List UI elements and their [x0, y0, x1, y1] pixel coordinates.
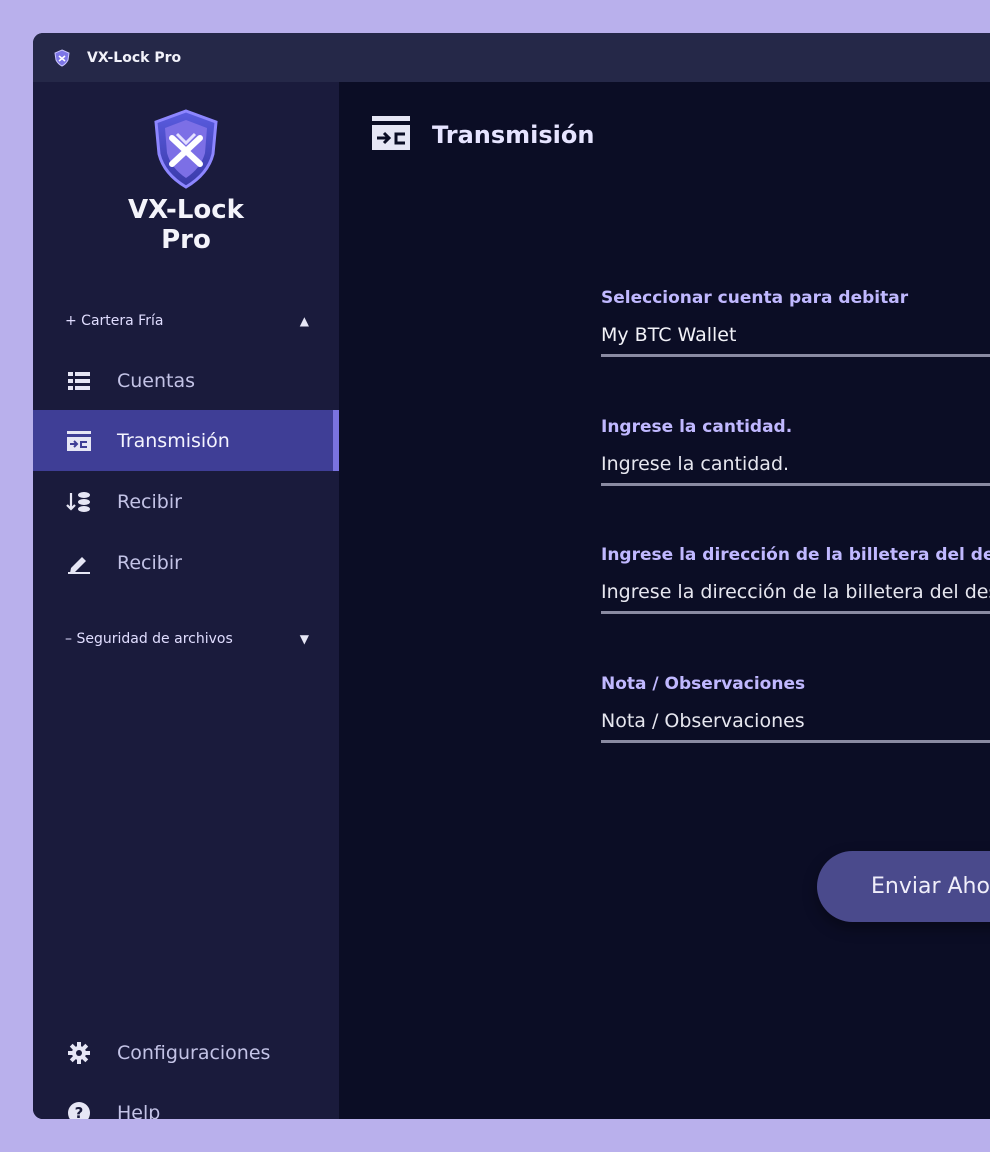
sidebar-item-cuentas[interactable]: Cuentas [33, 350, 339, 411]
section-cold-wallet[interactable]: + Cartera Fría ▲ [65, 313, 315, 329]
note-field: Nota / Observaciones [601, 674, 990, 743]
account-label: Seleccionar cuenta para debitar [601, 288, 909, 308]
section-file-security[interactable]: – Seguridad de archivos ▼ [65, 631, 315, 647]
section-label: + Cartera Fría [65, 313, 164, 329]
amount-field: Ingrese la cantidad. [601, 417, 990, 486]
sidebar-item-label: Cuentas [117, 369, 196, 392]
receive-coins-icon [65, 491, 93, 513]
sidebar-item-recibir-2[interactable]: Recibir [33, 532, 339, 593]
sidebar-item-configuraciones[interactable]: Configuraciones [33, 1022, 339, 1083]
pen-icon [65, 552, 93, 574]
transfer-icon [372, 116, 410, 154]
svg-text:?: ? [75, 1104, 84, 1120]
transfer-icon [65, 430, 93, 451]
address-label: Ingrese la dirección de la billetera del… [601, 545, 990, 565]
help-icon: ? [65, 1101, 93, 1120]
account-select[interactable] [601, 324, 990, 357]
section-label: – Seguridad de archivos [65, 631, 233, 647]
address-field: Ingrese la dirección de la billetera del… [601, 545, 990, 614]
note-label: Nota / Observaciones [601, 674, 806, 694]
amount-label: Ingrese la cantidad. [601, 417, 793, 437]
sidebar-item-label: Recibir [117, 551, 182, 574]
sidebar-item-label: Recibir [117, 490, 182, 513]
sidebar-item-help[interactable]: ? Help [33, 1082, 339, 1119]
brand-line-1: VX-Lock [128, 195, 244, 225]
main-content: Transmisión Seleccionar cuenta para debi… [339, 82, 990, 1119]
caret-down-icon: ▼ [299, 632, 309, 646]
account-field: Seleccionar cuenta para debitar [601, 288, 990, 357]
page-header: Transmisión [372, 116, 594, 154]
app-window: VX-Lock Pro VX-Lock Pro + Cartera Fría ▲ [33, 33, 990, 1119]
brand-logo-icon [150, 108, 222, 190]
sidebar: VX-Lock Pro + Cartera Fría ▲ Cuentas Tra… [33, 82, 339, 1119]
sidebar-item-label: Configuraciones [117, 1041, 271, 1064]
brand-line-2: Pro [161, 225, 211, 255]
note-input[interactable] [601, 710, 990, 743]
window-title: VX-Lock Pro [87, 49, 182, 66]
title-bar: VX-Lock Pro [33, 33, 990, 82]
brand-name: VX-Lock Pro [33, 195, 339, 255]
sidebar-item-recibir[interactable]: Recibir [33, 471, 339, 532]
sidebar-item-transmision[interactable]: Transmisión [33, 410, 339, 471]
sidebar-item-label: Help [117, 1101, 161, 1120]
shield-logo-icon [53, 48, 71, 67]
address-input[interactable] [601, 581, 990, 614]
amount-input[interactable] [601, 453, 990, 486]
page-title: Transmisión [432, 121, 595, 149]
send-now-button[interactable]: Enviar Ahora [817, 851, 990, 922]
list-icon [65, 371, 93, 390]
sidebar-item-label: Transmisión [117, 429, 230, 452]
caret-up-icon: ▲ [299, 314, 309, 328]
gear-icon [65, 1041, 93, 1065]
